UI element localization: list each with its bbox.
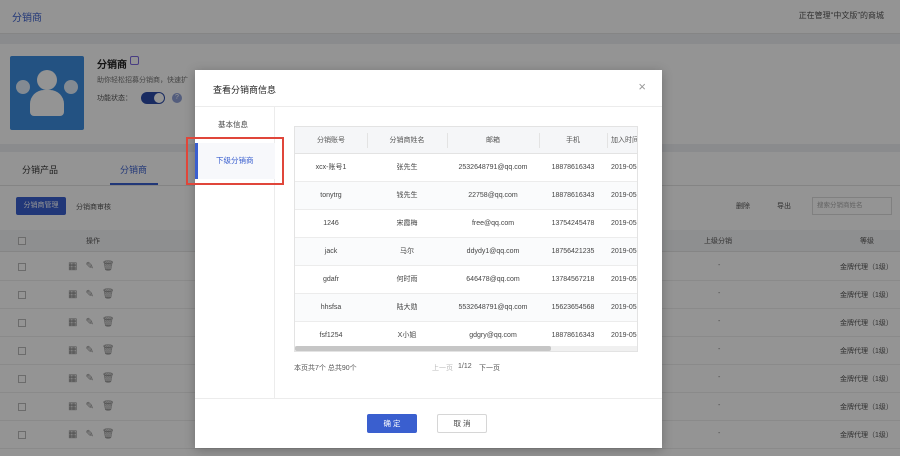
modal-footer: 确 定 取 消 bbox=[195, 398, 662, 448]
cell-account: gdafr bbox=[323, 276, 339, 283]
cell-join-date: 2019-05-05 bbox=[611, 192, 637, 199]
cell-name: 宋霞梅 bbox=[396, 220, 418, 227]
confirm-button[interactable]: 确 定 bbox=[367, 414, 417, 433]
side-item-basic-info[interactable]: 基本信息 bbox=[218, 119, 298, 130]
table-header: 分销账号 分销商姓名 邮箱 手机 加入时间 bbox=[295, 127, 638, 154]
table-row: tonytrg 钱先生 22758@qq.com 18878616343 201… bbox=[295, 182, 637, 210]
cell-account: tonytrg bbox=[320, 192, 342, 199]
table-row: gdafr 何时雨 646478@qq.com 13784567218 2019… bbox=[295, 266, 637, 294]
cell-join-date: 2019-05-05 bbox=[611, 304, 637, 311]
cell-join-date: 2019-05-05 bbox=[611, 248, 637, 255]
cell-name: 张先生 bbox=[396, 164, 418, 171]
col-name: 分销商姓名 bbox=[389, 137, 425, 144]
cell-email: free@qq.com bbox=[471, 220, 515, 227]
cell-email: 646478@qq.com bbox=[466, 276, 520, 283]
cell-join-date: 2019-05-05 bbox=[611, 220, 637, 227]
cell-name: X小姐 bbox=[397, 332, 417, 339]
modal-title: 查看分销商信息 bbox=[213, 85, 277, 95]
cell-phone: 13784567218 bbox=[551, 276, 595, 283]
cell-join-date: 2019-05-05 bbox=[611, 276, 637, 283]
cell-email: 5532648791@qq.com bbox=[458, 304, 528, 311]
cell-email: ddydy1@qq.com bbox=[466, 248, 520, 255]
modal-header: 查看分销商信息 × bbox=[195, 70, 662, 107]
cell-email: gdgry@qq.com bbox=[469, 332, 517, 339]
cell-email: 2532648791@qq.com bbox=[458, 164, 528, 171]
sub-distributor-table: 分销账号 分销商姓名 邮箱 手机 加入时间 xcx-账号1 张先生 253264… bbox=[294, 126, 638, 352]
page-summary: 本页共7个 总共90个 bbox=[294, 365, 357, 372]
table-row: hhsfsa 陆大勋 5532648791@qq.com 15623654568… bbox=[295, 294, 637, 322]
prev-page-button[interactable]: 上一页 bbox=[432, 363, 453, 373]
cell-phone: 18878616343 bbox=[551, 164, 595, 171]
col-join-date: 加入时间 bbox=[611, 137, 638, 144]
cell-account: xcx-账号1 bbox=[315, 164, 347, 171]
cell-phone: 18878616343 bbox=[551, 332, 595, 339]
table-row: jack 马尔 ddydy1@qq.com 18756421235 2019-0… bbox=[295, 238, 637, 266]
table-row: xcx-账号1 张先生 2532648791@qq.com 1887861634… bbox=[295, 154, 637, 182]
cell-join-date: 2019-05-05 bbox=[611, 164, 637, 171]
cancel-button[interactable]: 取 消 bbox=[437, 414, 487, 433]
cell-name: 钱先生 bbox=[396, 192, 418, 199]
col-account: 分销账号 bbox=[317, 137, 345, 144]
scrollbar-thumb[interactable] bbox=[295, 346, 551, 351]
cell-email: 22758@qq.com bbox=[468, 192, 518, 199]
page-indicator: 1/12 bbox=[458, 363, 472, 370]
col-email: 邮箱 bbox=[486, 137, 500, 144]
cell-join-date: 2019-05-05 bbox=[611, 332, 637, 339]
cell-account: 1246 bbox=[323, 220, 339, 227]
cell-name: 马尔 bbox=[400, 248, 414, 255]
cell-account: jack bbox=[324, 248, 338, 255]
table-row: 1246 宋霞梅 free@qq.com 13754245478 2019-05… bbox=[295, 210, 637, 238]
close-icon[interactable]: × bbox=[638, 80, 646, 93]
cell-name: 何时雨 bbox=[396, 276, 418, 283]
col-phone: 手机 bbox=[566, 137, 580, 144]
cell-phone: 18756421235 bbox=[551, 248, 595, 255]
next-page-button[interactable]: 下一页 bbox=[479, 363, 500, 373]
cell-phone: 15623654568 bbox=[551, 304, 595, 311]
cell-name: 陆大勋 bbox=[396, 304, 418, 311]
highlight-box bbox=[186, 137, 284, 185]
horizontal-scrollbar[interactable] bbox=[295, 346, 637, 351]
distributor-info-modal: 查看分销商信息 × 基本信息 下级分销商 分销账号 分销商姓名 邮箱 手机 加入… bbox=[195, 70, 662, 448]
cell-account: fsf1254 bbox=[319, 332, 343, 339]
cell-account: hhsfsa bbox=[320, 304, 342, 311]
cell-phone: 18878616343 bbox=[551, 192, 595, 199]
cell-phone: 13754245478 bbox=[551, 220, 595, 227]
